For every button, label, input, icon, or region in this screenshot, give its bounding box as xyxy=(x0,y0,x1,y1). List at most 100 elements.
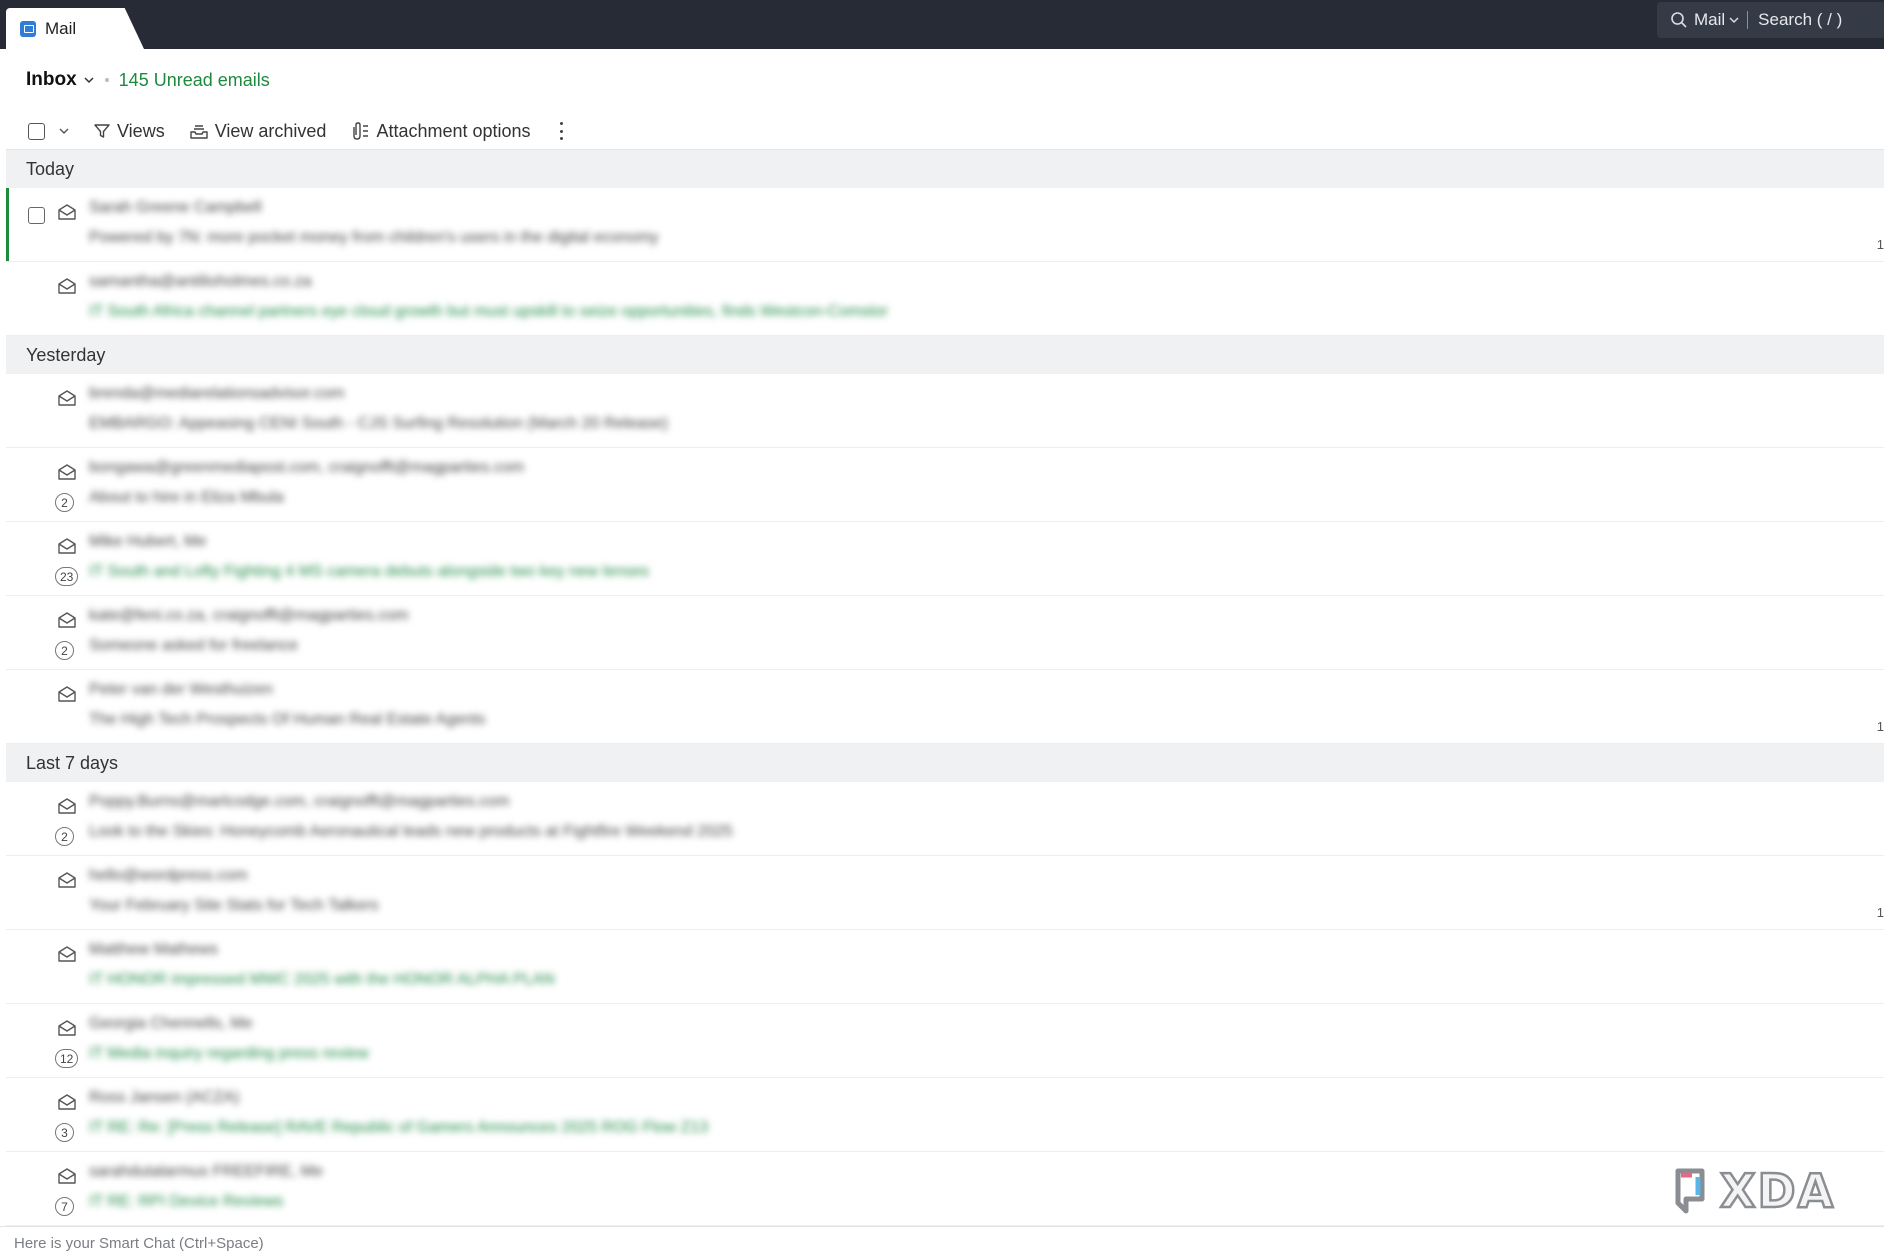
chevron-down-icon[interactable] xyxy=(83,74,95,86)
envelope-open-icon[interactable] xyxy=(57,1092,77,1112)
search-scope-dropdown[interactable]: Mail xyxy=(1694,10,1739,30)
mail-subject: IT South and Lofty Fighting 4 MS camera … xyxy=(89,563,650,580)
envelope-open-icon[interactable] xyxy=(57,202,77,222)
thread-count-badge[interactable]: 7 xyxy=(55,1197,74,1216)
mail-subject: IT HONOR impressed MWC 2025 with the HON… xyxy=(89,971,555,988)
envelope-open-icon[interactable] xyxy=(57,944,77,964)
mail-row[interactable]: Georgia Chennells, Me IT Media inquiry re… xyxy=(6,1004,1884,1078)
mail-sender: Mike Hubert, Me xyxy=(89,533,207,550)
mail-time: 1 xyxy=(1876,719,1884,734)
mail-subject: The High Tech Prospects Of Human Real Es… xyxy=(89,711,486,728)
mail-row[interactable]: Ross Jansen (ACZA) IT RE: Re: [Press Rele… xyxy=(6,1078,1884,1152)
attachment-options-button[interactable]: Attachment options xyxy=(350,120,531,142)
watermark-text: XDA xyxy=(1719,1163,1836,1220)
thread-count-badge[interactable]: 12 xyxy=(55,1049,79,1068)
envelope-open-icon[interactable] xyxy=(57,1166,77,1186)
xda-watermark: XDA xyxy=(1672,1163,1836,1220)
mail-sender: brenda@mediarelationsadvisor.com xyxy=(89,385,345,402)
mail-subject: IT RE: RPI Device Reviews xyxy=(89,1193,284,1210)
search-icon xyxy=(1671,12,1687,28)
mail-subject: IT RE: Re: [Press Release] RAVE Republic… xyxy=(89,1119,709,1136)
chevron-down-icon xyxy=(1729,17,1739,24)
mail-row[interactable]: bongawa@greenmediapost.com, craignofft@m… xyxy=(6,448,1884,522)
mail-sender: samantha@antilioholmes.co.za xyxy=(89,273,312,290)
xda-logo-icon xyxy=(1675,1168,1705,1214)
mail-subject: EMBARGO: Appeasing CENI South - CJS Surf… xyxy=(89,415,668,432)
select-all-checkbox[interactable] xyxy=(28,122,45,140)
mail-row[interactable]: Matthew Mathews IT HONOR impressed MWC 20… xyxy=(6,930,1884,1004)
folder-title[interactable]: Inbox xyxy=(26,69,77,91)
mail-list: Today Sarah Greene Campbell Powered by 7N:… xyxy=(6,150,1884,1226)
thread-count-badge[interactable]: 3 xyxy=(55,1123,74,1142)
filter-icon xyxy=(94,124,110,138)
mail-row[interactable]: Mike Hubert, Me IT South and Lofty Fighti… xyxy=(6,522,1884,596)
envelope-open-icon[interactable] xyxy=(57,388,77,408)
separator-dot xyxy=(104,78,109,82)
folder-header: Inbox 145 Unread emails xyxy=(26,68,270,92)
view-archived-label: View archived xyxy=(214,120,327,141)
attachment-options-label: Attachment options xyxy=(376,120,531,141)
views-label: Views xyxy=(117,120,165,141)
mail-subject: Powered by 7N: more pocket money from ch… xyxy=(89,229,659,246)
search-scope-label: Mail xyxy=(1694,10,1726,29)
unread-count[interactable]: 145 Unread emails xyxy=(119,70,270,91)
views-button[interactable]: Views xyxy=(93,121,165,142)
mail-time: 1 xyxy=(1876,905,1884,920)
top-bar: Mail Mail Search ( / ) xyxy=(0,0,1884,49)
mail-row[interactable]: brenda@mediarelationsadvisor.com EMBARGO:… xyxy=(6,374,1884,448)
mail-sender: Matthew Mathews xyxy=(89,941,218,958)
smart-chat-input[interactable]: Here is your Smart Chat (Ctrl+Space) xyxy=(14,1235,264,1252)
tab-label: Mail xyxy=(45,18,77,38)
mail-app-icon xyxy=(20,20,36,37)
attachment-icon xyxy=(353,122,369,140)
mail-sender: kate@feni.co.za, craignofft@magparties.c… xyxy=(89,607,409,624)
mail-sender: hello@wordpress.com xyxy=(89,867,248,884)
mail-subject: About to hire in Eliza Mbula xyxy=(89,489,284,506)
group-header: Today xyxy=(6,150,1884,188)
mail-row[interactable]: kate@feni.co.za, craignofft@magparties.c… xyxy=(6,596,1884,670)
toolbar: Views View archived Attachment options xyxy=(28,116,565,146)
search-input[interactable]: Search ( / ) xyxy=(1758,10,1842,30)
envelope-open-icon[interactable] xyxy=(57,276,77,296)
mail-subject: Someone asked for freelance xyxy=(89,637,299,654)
mail-row[interactable]: sarahdutalarmus FREEFIRE, Me IT RE: RPI D… xyxy=(6,1152,1884,1226)
mail-sender: sarahdutalarmus FREEFIRE, Me xyxy=(89,1163,323,1180)
mail-row[interactable]: hello@wordpress.com Your February Site St… xyxy=(6,856,1884,930)
group-header: Yesterday xyxy=(6,336,1884,374)
thread-count-badge[interactable]: 23 xyxy=(55,567,79,586)
smart-chat-bar[interactable]: Here is your Smart Chat (Ctrl+Space) xyxy=(0,1226,1884,1255)
mail-row[interactable]: samantha@antilioholmes.co.za IT South Afr… xyxy=(6,262,1884,336)
mail-sender: Sarah Greene Campbell xyxy=(89,199,262,216)
mail-subject: Look to the Skies: Honeycomb Aeronautica… xyxy=(89,823,733,840)
chevron-down-icon[interactable] xyxy=(59,126,69,136)
mail-row[interactable]: Sarah Greene Campbell Powered by 7N: more… xyxy=(6,188,1884,262)
thread-count-badge[interactable]: 2 xyxy=(55,641,74,660)
mail-sender: Georgia Chennells, Me xyxy=(89,1015,253,1032)
mail-row[interactable]: Poppy.Burns@marlcodge.com, craignofft@ma… xyxy=(6,782,1884,856)
envelope-open-icon[interactable] xyxy=(57,870,77,890)
envelope-open-icon[interactable] xyxy=(57,610,77,630)
thread-count-badge[interactable]: 2 xyxy=(55,493,74,512)
row-checkbox[interactable] xyxy=(28,207,45,224)
archive-icon xyxy=(190,125,208,139)
envelope-open-icon[interactable] xyxy=(57,684,77,704)
envelope-open-icon[interactable] xyxy=(57,796,77,816)
thread-count-badge[interactable]: 2 xyxy=(55,827,74,846)
mail-subject: IT Media inquiry regarding press review xyxy=(89,1045,369,1062)
mail-sender: Poppy.Burns@marlcodge.com, craignofft@ma… xyxy=(89,793,510,810)
envelope-open-icon[interactable] xyxy=(57,1018,77,1038)
mail-row[interactable]: Peter van der Westhuizen The High Tech Pr… xyxy=(6,670,1884,744)
search-divider xyxy=(1747,11,1749,29)
mail-sender: Peter van der Westhuizen xyxy=(89,681,273,698)
tab-mail[interactable]: Mail xyxy=(6,8,144,49)
envelope-open-icon[interactable] xyxy=(57,536,77,556)
more-options-icon[interactable] xyxy=(559,122,565,140)
mail-subject: IT South Africa channel partners eye clo… xyxy=(89,303,888,320)
mail-sender: Ross Jansen (ACZA) xyxy=(89,1089,240,1106)
group-header: Last 7 days xyxy=(6,744,1884,782)
mail-sender: bongawa@greenmediapost.com, craignofft@m… xyxy=(89,459,525,476)
mail-time: 1 xyxy=(1876,237,1884,252)
view-archived-button[interactable]: View archived xyxy=(189,120,327,142)
search-bar[interactable]: Mail Search ( / ) xyxy=(1657,2,1884,38)
envelope-open-icon[interactable] xyxy=(57,462,77,482)
